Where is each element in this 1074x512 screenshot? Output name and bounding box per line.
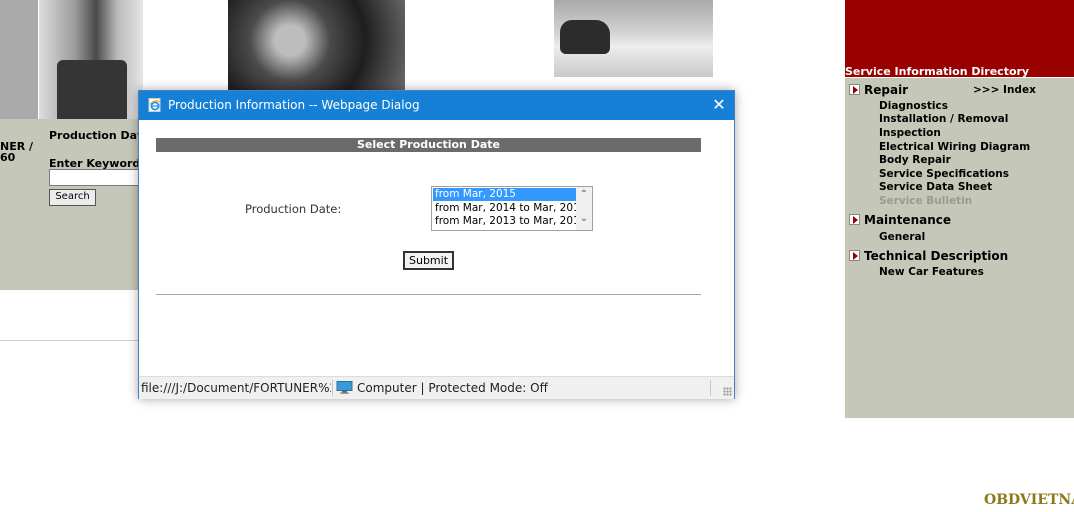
production-date-label: Production Date — [49, 129, 150, 142]
chevron-up-icon[interactable]: ⌃ — [578, 189, 590, 201]
status-url: file:///J:/Document/FORTUNER%202 — [141, 381, 331, 395]
item-service-data-sheet[interactable]: Service Data Sheet — [879, 181, 992, 194]
status-separator — [710, 380, 711, 396]
dialog-divider — [156, 294, 701, 295]
photo-placeholder — [0, 0, 38, 119]
listbox-scrollbar[interactable]: ⌃ ⌄ — [576, 187, 592, 230]
production-info-dialog: Production Information -- Webpage Dialog… — [138, 90, 735, 399]
section-maintenance[interactable]: Maintenance — [849, 213, 951, 227]
production-date-field-label: Production Date: — [245, 202, 342, 216]
section-repair[interactable]: Repair — [849, 83, 908, 97]
watermark: OBDVIETNAM — [984, 492, 1074, 508]
arrow-icon — [849, 84, 860, 95]
item-general[interactable]: General — [879, 231, 925, 244]
section-label: Repair — [864, 83, 909, 97]
keyword-input[interactable] — [49, 169, 141, 186]
section-technical-description[interactable]: Technical Description — [849, 249, 1008, 263]
index-link[interactable]: >>> Index — [973, 84, 1036, 96]
listbox-option[interactable]: from Mar, 2013 to Mar, 2014 — [433, 215, 586, 228]
directory-title: Service Information Directory — [845, 65, 1030, 78]
photo-garage — [554, 0, 713, 77]
production-date-listbox[interactable]: from Mar, 2015 from Mar, 2014 to Mar, 20… — [431, 186, 593, 231]
item-new-car-features[interactable]: New Car Features — [879, 266, 984, 279]
listbox-option[interactable]: from Mar, 2014 to Mar, 2015 — [433, 202, 586, 215]
photo-technician — [39, 0, 143, 119]
divider — [0, 340, 139, 341]
item-body-repair[interactable]: Body Repair — [879, 154, 951, 167]
listbox-option[interactable]: from Mar, 2015 — [433, 188, 576, 201]
item-diagnostics[interactable]: Diagnostics — [879, 100, 948, 113]
computer-icon — [336, 381, 353, 394]
section-label: Technical Description — [864, 249, 1009, 263]
item-installation-removal[interactable]: Installation / Removal — [879, 113, 1008, 126]
search-button[interactable]: Search — [49, 189, 96, 206]
model-text-line2: 60 — [0, 151, 16, 164]
status-bar: file:///J:/Document/FORTUNER%202 Compute… — [139, 376, 734, 399]
select-production-date-header: Select Production Date — [156, 138, 701, 152]
status-separator — [332, 380, 333, 396]
model-text: NER / 60 — [0, 141, 33, 163]
dialog-titlebar[interactable]: Production Information -- Webpage Dialog… — [139, 91, 734, 120]
status-zone: Computer | Protected Mode: Off — [357, 381, 548, 395]
ie-page-icon — [148, 98, 161, 112]
submit-button[interactable]: Submit — [403, 251, 454, 270]
photo-engine — [228, 0, 405, 90]
close-icon[interactable]: ✕ — [709, 95, 729, 115]
dialog-title: Production Information -- Webpage Dialog — [168, 98, 420, 112]
resize-grip-icon[interactable] — [723, 387, 732, 396]
item-service-specifications[interactable]: Service Specifications — [879, 168, 1009, 181]
item-electrical-wiring-diagram[interactable]: Electrical Wiring Diagram — [879, 141, 1030, 154]
item-service-bulletin: Service Bulletin — [879, 195, 973, 207]
chevron-down-icon[interactable]: ⌄ — [578, 213, 590, 225]
section-label: Maintenance — [864, 213, 952, 227]
arrow-icon — [849, 214, 860, 225]
item-inspection[interactable]: Inspection — [879, 127, 941, 140]
arrow-icon — [849, 250, 860, 261]
